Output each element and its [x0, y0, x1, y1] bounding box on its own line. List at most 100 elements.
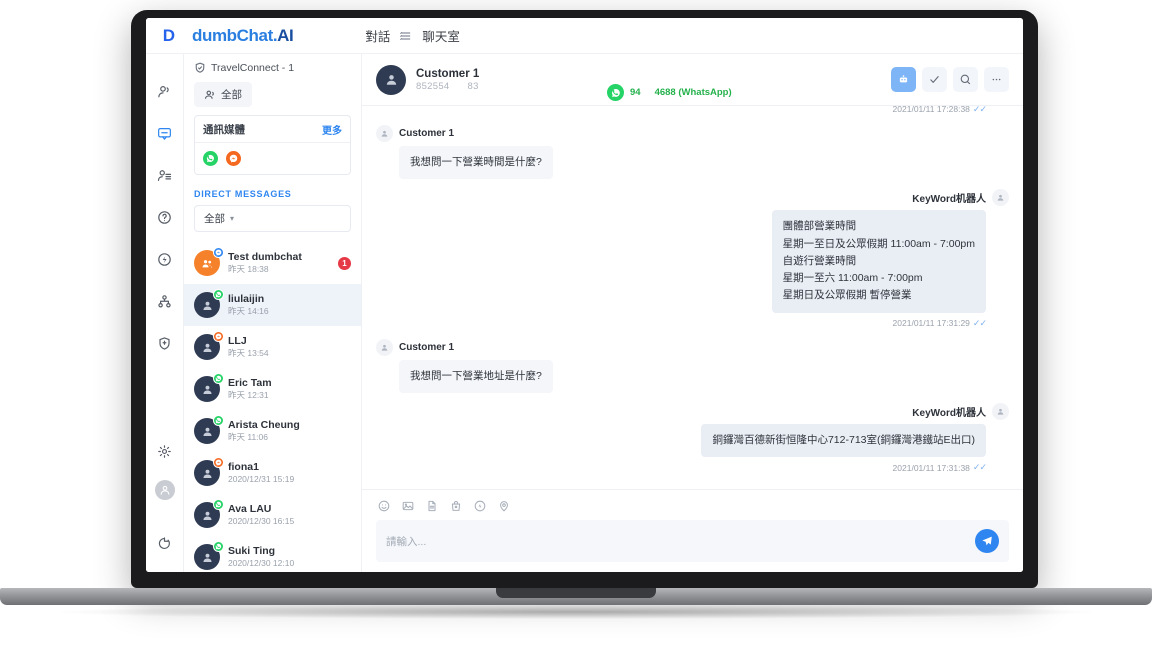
location-icon[interactable]: [498, 500, 510, 512]
contact-list-item[interactable]: Ava LAU 2020/12/30 16:15: [184, 494, 361, 536]
rail-help-icon[interactable]: [152, 204, 178, 230]
rail-chat-icon[interactable]: [152, 120, 178, 146]
message: AI機器人以下是我們的產品搜索結果 產品名稱:火雞 產品鏈接:https://c…: [376, 106, 1009, 115]
rail-flash-icon[interactable]: [152, 246, 178, 272]
rail-settings-icon[interactable]: [152, 438, 178, 464]
message-author: Customer 1: [399, 341, 455, 353]
contact-name: Eric Tam: [228, 376, 272, 389]
workspace-row[interactable]: TravelConnect - 1: [184, 54, 361, 80]
message-header: Customer 1: [376, 124, 1009, 142]
message-bubble: 團體部營業時間 星期一至日及公眾假期 11:00am - 7:00pm 自遊行營…: [771, 210, 986, 313]
avatar: [194, 499, 224, 528]
contact-text: Eric Tam 昨天 12:31: [228, 377, 351, 401]
customer-phone: 852554 83: [416, 81, 479, 92]
messenger-icon: [213, 331, 224, 342]
avatar: [376, 124, 393, 142]
bot-toggle-button[interactable]: [891, 67, 916, 92]
contact-list-item[interactable]: Eric Tam 昨天 12:31: [184, 368, 361, 410]
contact-timestamp: 2020/12/30 16:15: [228, 516, 295, 527]
list-icon[interactable]: [400, 30, 412, 42]
top-nav: 對話 聊天室: [365, 26, 460, 45]
quick-reply-icon[interactable]: [474, 500, 486, 512]
message-input[interactable]: 請輸入...: [386, 534, 975, 549]
app-window: D dumbChat.AI 對話 聊天室 TravelConnect - 1 全…: [146, 18, 1023, 572]
avatar: [194, 373, 224, 402]
contact-text: fiona1 2020/12/31 15:19: [228, 461, 351, 485]
avatar: [194, 289, 224, 318]
contact-list-item[interactable]: Suki Ting 2020/12/30 12:10: [184, 536, 361, 572]
contact-list-item[interactable]: LLJ 昨天 13:54: [184, 326, 361, 368]
avatar: [992, 189, 1009, 207]
chat-channel-prefix: 94: [630, 87, 641, 98]
chat-channel-text: 94 4688 (WhatsApp): [630, 87, 732, 98]
direct-messages-filter-select[interactable]: 全部 ▾: [194, 205, 351, 232]
messenger-icon: [213, 457, 224, 468]
contact-list-item[interactable]: liulaijin 昨天 14:16: [184, 284, 361, 326]
all-filter-label: 全部: [221, 89, 242, 101]
more-button[interactable]: [984, 67, 1009, 92]
direct-messages-label: DIRECT MESSAGES: [194, 189, 292, 199]
message-author: KeyWord机器人: [912, 408, 986, 420]
contact-name: fiona1: [228, 460, 259, 473]
read-receipt-icon: ✓✓: [972, 317, 987, 328]
contact-name: Test dumbchat: [228, 250, 302, 263]
rail-contacts-icon[interactable]: [152, 78, 178, 104]
emoji-icon[interactable]: [378, 500, 390, 512]
contact-timestamp: 2020/12/30 12:10: [228, 558, 295, 569]
contact-text: Ava LAU 2020/12/30 16:15: [228, 503, 351, 527]
message: Customer 1 我想問一下營業時間是什麼?: [376, 124, 1009, 180]
message-bubble: 我想問一下營業地址是什麼?: [399, 359, 553, 394]
contact-list-item[interactable]: Test dumbchat 昨天 18:38 1: [184, 242, 361, 284]
message-list[interactable]: AI機器人以下是我們的產品搜索結果 產品名稱:火雞 產品鏈接:https://c…: [362, 106, 1023, 489]
composer: 請輸入...: [362, 489, 1023, 572]
icon-rail: [146, 54, 184, 572]
messenger-icon[interactable]: [226, 151, 241, 166]
message-header: KeyWord机器人: [376, 403, 1009, 421]
whatsapp-icon[interactable]: [203, 151, 218, 166]
image-icon[interactable]: [402, 500, 414, 512]
search-button[interactable]: [953, 67, 978, 92]
contact-timestamp: 昨天 18:38: [228, 264, 269, 275]
message-timestamp: 2021/01/11 17:31:29: [892, 318, 970, 329]
contact-list[interactable]: Test dumbchat 昨天 18:38 1 liulaijin 昨天 14:16 L…: [184, 242, 361, 572]
whatsapp-icon: [213, 289, 224, 300]
whatsapp-icon: [213, 373, 224, 384]
message: KeyWord机器人 團體部營業時間 星期一至日及公眾假期 11:00am - 7…: [376, 189, 1009, 329]
contact-text: Test dumbchat 昨天 18:38: [228, 251, 330, 275]
customer-phone-suffix: 83: [467, 81, 479, 93]
rail-shield-icon[interactable]: [152, 330, 178, 356]
laptop-mockup: D dumbChat.AI 對話 聊天室 TravelConnect - 1 全…: [0, 0, 1152, 647]
file-icon[interactable]: [426, 500, 438, 512]
message-body: 銅鑼灣百德新街恒隆中心712-713室(銅鑼灣港鐵站E出口): [376, 424, 1009, 458]
contact-list-item[interactable]: Arista Cheung 昨天 11:06: [184, 410, 361, 452]
avatar: [992, 403, 1009, 421]
composer-input-wrap[interactable]: 請輸入...: [376, 520, 1009, 562]
all-filter-button[interactable]: 全部: [194, 82, 252, 107]
nav-chatroom[interactable]: 聊天室: [422, 26, 460, 45]
send-button[interactable]: [975, 529, 999, 553]
read-receipt-icon: ✓✓: [972, 106, 987, 114]
avatar: [194, 415, 224, 444]
media-card-body: [195, 143, 350, 174]
contact-timestamp: 昨天 12:31: [228, 390, 269, 401]
nav-conversations[interactable]: 對話: [365, 26, 390, 45]
rail-org-chart-icon[interactable]: [152, 288, 178, 314]
chevron-down-icon: ▾: [230, 214, 235, 223]
avatar: [376, 338, 393, 356]
resolve-button[interactable]: [922, 67, 947, 92]
message-bubble: 我想問一下營業時間是什麼?: [399, 145, 553, 180]
body-row: TravelConnect - 1 全部 通訊媒體 更多 DIRECT MESS…: [146, 54, 1023, 572]
rail-logout-icon[interactable]: [152, 530, 178, 556]
media-card-more-link[interactable]: 更多: [322, 122, 342, 137]
brand-name: dumbChat.AI: [192, 26, 294, 46]
avatar: [194, 541, 224, 570]
contact-list-item[interactable]: fiona1 2020/12/31 15:19: [184, 452, 361, 494]
left-sidebar: TravelConnect - 1 全部 通訊媒體 更多 DIRECT MESS…: [184, 54, 362, 572]
product-icon[interactable]: [450, 500, 462, 512]
rail-profile-icon[interactable]: [154, 480, 175, 500]
laptop-shadow: [60, 605, 1092, 619]
media-channel-card: 通訊媒體 更多: [194, 115, 351, 175]
rail-contact-list-icon[interactable]: [152, 162, 178, 188]
composer-tools: [376, 496, 1009, 520]
read-receipt-icon: ✓✓: [972, 462, 987, 473]
